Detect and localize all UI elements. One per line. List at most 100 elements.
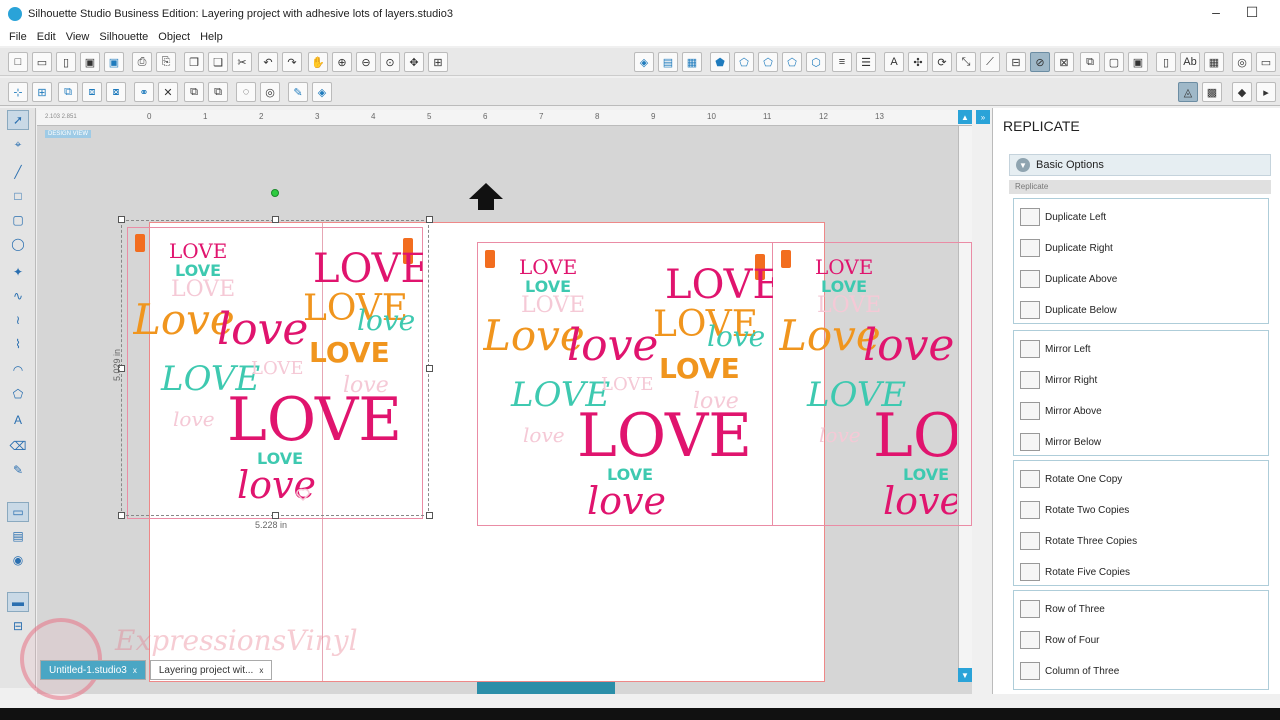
design-canvas[interactable]: 2.103 2.851 0 1 2 3 4 5 6 7 8 9 10 11 12… — [37, 110, 972, 682]
spiral-icon[interactable]: ◎ — [260, 82, 280, 102]
line-style-icon[interactable]: ≡ — [832, 52, 852, 72]
tab-untitled[interactable]: Untitled-1.studio3 x — [40, 660, 146, 680]
close-tab-icon[interactable]: x — [259, 666, 263, 675]
scroll-up-button[interactable]: ▲ — [958, 110, 972, 124]
modify-icon[interactable]: ⧉ — [1080, 52, 1100, 72]
love-heart-design-3[interactable]: LOVE LOVE LOVE Love love LOVE LOVE love … — [779, 246, 957, 526]
duplicate-left-option[interactable]: Duplicate Left — [1014, 203, 1270, 231]
design-store-icon[interactable]: ◎ — [1232, 52, 1252, 72]
column-of-three-option[interactable]: Column of Three — [1014, 657, 1270, 685]
resize-handle-tr[interactable] — [426, 216, 433, 223]
knife-tool-icon[interactable]: ✎ — [7, 460, 29, 480]
menu-object[interactable]: Object — [158, 31, 190, 43]
pixscan-icon[interactable]: ▩ — [1202, 82, 1222, 102]
bezier-icon[interactable]: ◌ — [236, 82, 256, 102]
text-panel-icon[interactable]: Ab — [1180, 52, 1200, 72]
resize-handle-br[interactable] — [426, 512, 433, 519]
polygon-tool-icon[interactable]: ✦ — [7, 262, 29, 282]
row-of-four-option[interactable]: Row of Four — [1014, 626, 1270, 654]
tab-layering-project[interactable]: Layering project wit... x — [149, 660, 273, 680]
panel-toggle-icon[interactable]: ▬ — [7, 592, 29, 612]
line-color-icon[interactable]: ⬡ — [806, 52, 826, 72]
grid-icon[interactable]: ▦ — [682, 52, 702, 72]
cut-icon[interactable]: ✂ — [232, 52, 252, 72]
knife-icon[interactable]: ▸ — [1256, 82, 1276, 102]
pentagon-icon[interactable]: ⬟ — [710, 52, 730, 72]
resize-handle-t[interactable] — [272, 216, 279, 223]
basic-options-header[interactable]: ▼ Basic Options — [1009, 154, 1271, 176]
shear-icon[interactable]: ⟋ — [980, 52, 1000, 72]
row-of-three-option[interactable]: Row of Three — [1014, 595, 1270, 623]
eraser-tool-icon[interactable]: ⌫ — [7, 436, 29, 456]
delete-icon[interactable]: ✕ — [158, 82, 178, 102]
send-icon[interactable]: ▭ — [1256, 52, 1276, 72]
zoom-select-icon[interactable]: ⊙ — [380, 52, 400, 72]
pentagon-outline-icon[interactable]: ⬠ — [734, 52, 754, 72]
mirror-right-option[interactable]: Mirror Right — [1014, 366, 1270, 394]
rotate-three-copies-option[interactable]: Rotate Three Copies — [1014, 527, 1270, 555]
save-icon[interactable]: ▣ — [80, 52, 100, 72]
design-view-icon[interactable]: ◬ — [1178, 82, 1198, 102]
maximize-button[interactable]: ☐ — [1242, 4, 1262, 21]
grid-settings-icon[interactable]: ▦ — [1204, 52, 1224, 72]
offset-icon[interactable]: ▢ — [1104, 52, 1124, 72]
text-tool-icon[interactable]: A — [7, 410, 29, 430]
scroll-down-button[interactable]: ▼ — [958, 668, 972, 682]
pan-icon[interactable]: ✋ — [308, 52, 328, 72]
rotate-one-copy-option[interactable]: Rotate One Copy — [1014, 465, 1270, 493]
group-icon[interactable]: ⊹ — [8, 82, 28, 102]
layers-icon[interactable]: ▯ — [1156, 52, 1176, 72]
minimize-button[interactable]: – — [1206, 4, 1226, 20]
save-library-icon[interactable]: ▣ — [104, 52, 124, 72]
undo-icon[interactable]: ↶ — [258, 52, 278, 72]
horizontal-scrollbar[interactable] — [37, 682, 972, 694]
close-tab-icon[interactable]: x — [133, 666, 137, 675]
library-icon[interactable]: ▯ — [56, 52, 76, 72]
paste-icon[interactable]: ❏ — [208, 52, 228, 72]
bring-front-icon[interactable]: ⧉ — [184, 82, 204, 102]
menu-silhouette[interactable]: Silhouette — [99, 31, 148, 43]
scale-icon[interactable]: ⤡ — [956, 52, 976, 72]
open-icon[interactable]: ▭ — [32, 52, 52, 72]
resize-handle-r[interactable] — [426, 365, 433, 372]
menu-view[interactable]: View — [66, 31, 90, 43]
love-heart-design-2[interactable]: LOVE LOVE LOVE LOVE Love love LOVE love … — [483, 246, 773, 526]
menu-edit[interactable]: Edit — [37, 31, 56, 43]
rotate-five-copies-option[interactable]: Rotate Five Copies — [1014, 558, 1270, 586]
rotate-handle[interactable] — [271, 189, 279, 197]
compound-icon[interactable]: ⧉ — [58, 82, 78, 102]
resize-handle-bl[interactable] — [118, 512, 125, 519]
select-tool-icon[interactable]: ➚ — [7, 110, 29, 130]
zoom-drag-icon[interactable]: ✥ — [404, 52, 424, 72]
print-icon[interactable]: ⎙ — [132, 52, 152, 72]
pen-icon[interactable]: ✎ — [288, 82, 308, 102]
page-setup-icon[interactable]: ▤ — [658, 52, 678, 72]
cube-icon[interactable]: ◈ — [312, 82, 332, 102]
fill-icon[interactable]: ◈ — [634, 52, 654, 72]
rectangle-tool-icon[interactable]: □ — [7, 186, 29, 206]
zoom-out-icon[interactable]: ⊖ — [356, 52, 376, 72]
zoom-in-icon[interactable]: ⊕ — [332, 52, 352, 72]
rotate-icon[interactable]: ⟳ — [932, 52, 952, 72]
ungroup-icon[interactable]: ⊞ — [32, 82, 52, 102]
pentagon-tool-icon[interactable]: ⬠ — [7, 384, 29, 404]
gradient-icon[interactable]: ⬠ — [758, 52, 778, 72]
pattern-icon[interactable]: ⬠ — [782, 52, 802, 72]
fit-page-icon[interactable]: ⊞ — [428, 52, 448, 72]
menu-file[interactable]: File — [9, 31, 27, 43]
eraser-icon[interactable]: ◆ — [1232, 82, 1252, 102]
smooth-freehand-icon[interactable]: ⌇ — [7, 334, 29, 354]
line-thickness-icon[interactable]: ☰ — [856, 52, 876, 72]
nest-icon[interactable]: ⊠ — [1054, 52, 1074, 72]
trace-icon[interactable]: ▣ — [1128, 52, 1148, 72]
resize-handle-tl[interactable] — [118, 216, 125, 223]
redo-icon[interactable]: ↷ — [282, 52, 302, 72]
arc-tool-icon[interactable]: ◠ — [7, 360, 29, 380]
panel-collapse-icon[interactable]: » — [976, 110, 990, 124]
link-icon[interactable]: ⚭ — [134, 82, 154, 102]
library-view-icon[interactable]: ▤ — [7, 526, 29, 546]
print-cut-icon[interactable]: ⎘ — [156, 52, 176, 72]
text-style-icon[interactable]: A — [884, 52, 904, 72]
duplicate-right-option[interactable]: Duplicate Right — [1014, 234, 1270, 262]
line-tool-icon[interactable]: ╱ — [7, 162, 29, 182]
